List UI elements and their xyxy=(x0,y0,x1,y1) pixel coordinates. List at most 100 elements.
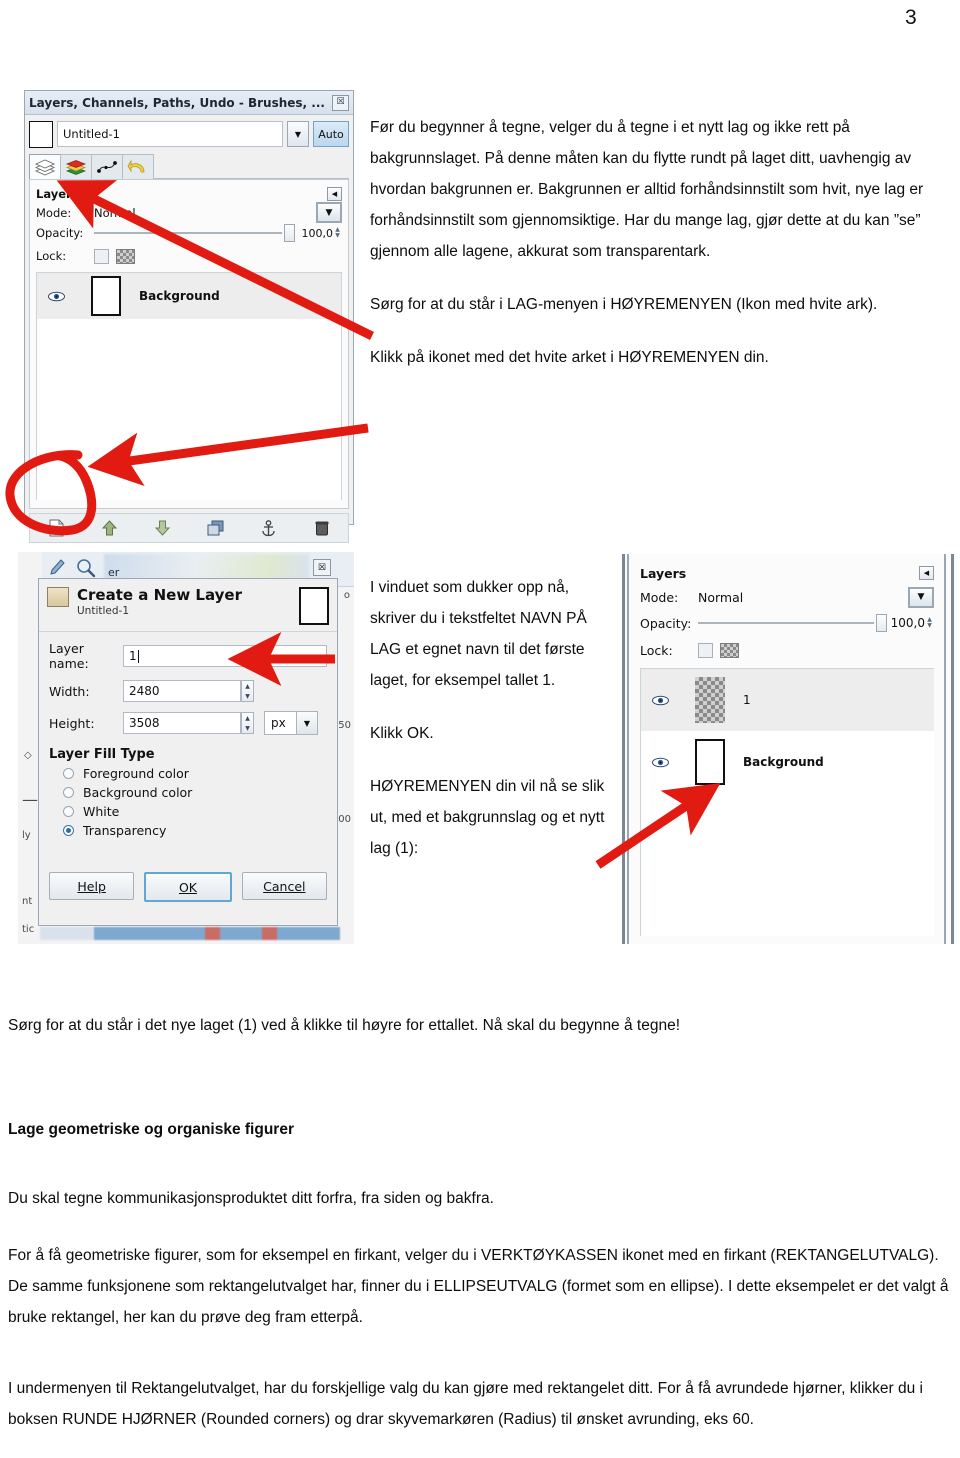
lock-alpha-icon[interactable] xyxy=(116,248,135,264)
help-button[interactable]: Help xyxy=(49,872,135,900)
radio-icon[interactable] xyxy=(63,806,74,817)
scrap-right-2: 50 xyxy=(338,720,351,731)
opacity-row: Opacity: 100,0 ▲ ▼ xyxy=(36,222,342,244)
auto-button[interactable]: Auto xyxy=(313,121,349,147)
tab-paths[interactable] xyxy=(91,154,123,179)
bottom-paragraph-1: Sørg for at du står i det nye laget (1) … xyxy=(8,1017,681,1034)
intro-text-block: Før du begynner å tegne, velger du å teg… xyxy=(370,112,952,373)
unit-value: px xyxy=(271,716,286,730)
chevron-down-icon[interactable]: ▼ xyxy=(287,121,309,147)
chevron-down-icon[interactable]: ▼ xyxy=(296,712,317,734)
raise-layer-icon[interactable] xyxy=(83,520,136,536)
layer-name: 1 xyxy=(743,693,751,707)
anchor-layer-icon[interactable] xyxy=(242,519,295,537)
opacity-slider-knob[interactable] xyxy=(876,614,887,632)
eye-icon[interactable] xyxy=(649,695,671,706)
height-stepper[interactable]: ▲ ▼ xyxy=(241,712,254,734)
paths-nodes-icon xyxy=(97,160,117,173)
opacity-slider-knob[interactable] xyxy=(284,224,295,242)
layer-name: Background xyxy=(139,289,220,303)
tab-layers[interactable] xyxy=(29,154,61,179)
collapse-icon[interactable]: ◀ xyxy=(919,566,934,580)
new-layer-icon[interactable] xyxy=(30,519,83,537)
lock-alpha-icon[interactable] xyxy=(720,642,739,658)
scrap-left-2: — xyxy=(22,790,38,809)
gimp-layers-panel-1: Layers, Channels, Paths, Undo - Brushes,… xyxy=(24,90,354,543)
close-icon[interactable]: ☒ xyxy=(332,94,349,111)
opacity-stepper[interactable]: ▲ ▼ xyxy=(925,615,934,631)
eye-icon[interactable] xyxy=(45,291,67,302)
mode-label: Mode: xyxy=(36,205,72,220)
collapse-icon[interactable]: ◀ xyxy=(327,186,342,201)
intro-paragraph-1: Før du begynner å tegne, velger du å teg… xyxy=(370,119,924,260)
width-input[interactable]: 2480 xyxy=(123,680,241,702)
height-row: Height: 3508 ▲ ▼ px ▼ xyxy=(49,711,327,735)
gimp-layers-panel-2: Layers ◀ Mode: Normal ▼ Opacity: 100,0 ▲… xyxy=(632,554,942,944)
layer-row-background[interactable]: Background xyxy=(37,273,341,319)
radio-icon[interactable] xyxy=(63,768,74,779)
fill-option-transparency[interactable]: Transparency xyxy=(63,823,327,838)
height-input[interactable]: 3508 xyxy=(123,712,241,734)
panel-left-border-2 xyxy=(627,554,629,944)
layer-name-value: 1 xyxy=(129,649,137,663)
lock-label: Lock: xyxy=(36,249,67,263)
panel-left-border xyxy=(622,554,625,944)
layer-fill-type-heading: Layer Fill Type xyxy=(49,747,155,762)
lock-pixels-icon[interactable] xyxy=(698,642,713,658)
lock-label: Lock: xyxy=(640,642,673,658)
bottom-paragraph-4-wrap: I undermenyen til Rektangelutvalget, har… xyxy=(8,1373,952,1435)
lock-row: Lock: xyxy=(640,636,934,664)
width-row: Width: 2480 ▲ ▼ xyxy=(49,680,327,702)
width-stepper[interactable]: ▲ ▼ xyxy=(241,680,254,702)
undo-arrow-icon xyxy=(127,159,145,172)
panel-tabstrip xyxy=(29,153,349,179)
mode-row: Mode: Normal ▼ xyxy=(36,202,342,223)
duplicate-layer-icon[interactable] xyxy=(189,520,242,536)
bottom-section-heading: Lage geometriske og organiske figurer xyxy=(8,1121,294,1138)
document-page: 3 Layers, Channels, Paths, Undo - Brushe… xyxy=(0,0,960,1458)
unit-select[interactable]: px ▼ xyxy=(264,711,318,735)
fill-option-foreground[interactable]: Foreground color xyxy=(63,766,327,781)
opacity-slider-track[interactable] xyxy=(698,622,874,624)
mode-dropdown-icon[interactable]: ▼ xyxy=(908,586,934,608)
fill-option-background[interactable]: Background color xyxy=(63,785,327,800)
mode-value[interactable]: Normal xyxy=(698,590,743,605)
ok-button[interactable]: OK xyxy=(144,872,232,902)
new-layer-dialog-icon xyxy=(47,587,69,607)
image-selector: Untitled-1 ▼ Auto xyxy=(29,119,349,149)
mid-paragraph-3: HØYREMENYEN din vil nå se slik ut, med e… xyxy=(370,778,605,857)
layer-row-background[interactable]: Background xyxy=(641,731,934,793)
fill-option-white[interactable]: White xyxy=(63,804,327,819)
cancel-button[interactable]: Cancel xyxy=(241,872,327,900)
lock-pixels-icon[interactable] xyxy=(94,248,109,264)
lower-layer-icon[interactable] xyxy=(136,520,189,536)
panel-right-border-2 xyxy=(951,554,954,944)
dialog-buttons: Help OK Cancel xyxy=(49,872,327,902)
delete-layer-icon[interactable] xyxy=(295,520,348,537)
image-thumbnail xyxy=(29,120,53,148)
layers-stack-icon xyxy=(34,159,56,175)
background-window-close-icon[interactable]: ☒ xyxy=(313,559,331,576)
fill-option-label: Transparency xyxy=(83,823,167,838)
layer-row-1[interactable]: 1 xyxy=(641,669,934,731)
eye-icon[interactable] xyxy=(649,757,671,768)
mode-row: Mode: Normal ▼ xyxy=(640,584,934,610)
height-label: Height: xyxy=(49,715,95,731)
fill-option-label: White xyxy=(83,804,120,819)
bottom-paragraph-2-wrap: Du skal tegne kommunikasjonsproduktet di… xyxy=(8,1183,952,1214)
opacity-stepper[interactable]: ▲ ▼ xyxy=(333,225,342,241)
bottom-paragraph-1-wrap: Sørg for at du står i det nye laget (1) … xyxy=(8,1010,952,1041)
image-name-field[interactable]: Untitled-1 xyxy=(57,121,283,147)
mode-dropdown-icon[interactable]: ▼ xyxy=(316,202,342,223)
panel-titlebar: Layers, Channels, Paths, Undo - Brushes,… xyxy=(25,91,353,115)
text-caret xyxy=(137,649,139,663)
mode-value[interactable]: Normal xyxy=(94,206,136,220)
panel-title: Layers, Channels, Paths, Undo - Brushes,… xyxy=(29,95,325,110)
tab-channels[interactable] xyxy=(60,154,92,179)
radio-icon-selected[interactable] xyxy=(63,825,74,836)
dialog-header: Create a New Layer Untitled-1 xyxy=(39,579,337,632)
layer-name-input[interactable]: 1 xyxy=(123,645,327,667)
opacity-slider-track[interactable] xyxy=(94,232,282,234)
tab-undo-history[interactable] xyxy=(122,154,154,179)
radio-icon[interactable] xyxy=(63,787,74,798)
